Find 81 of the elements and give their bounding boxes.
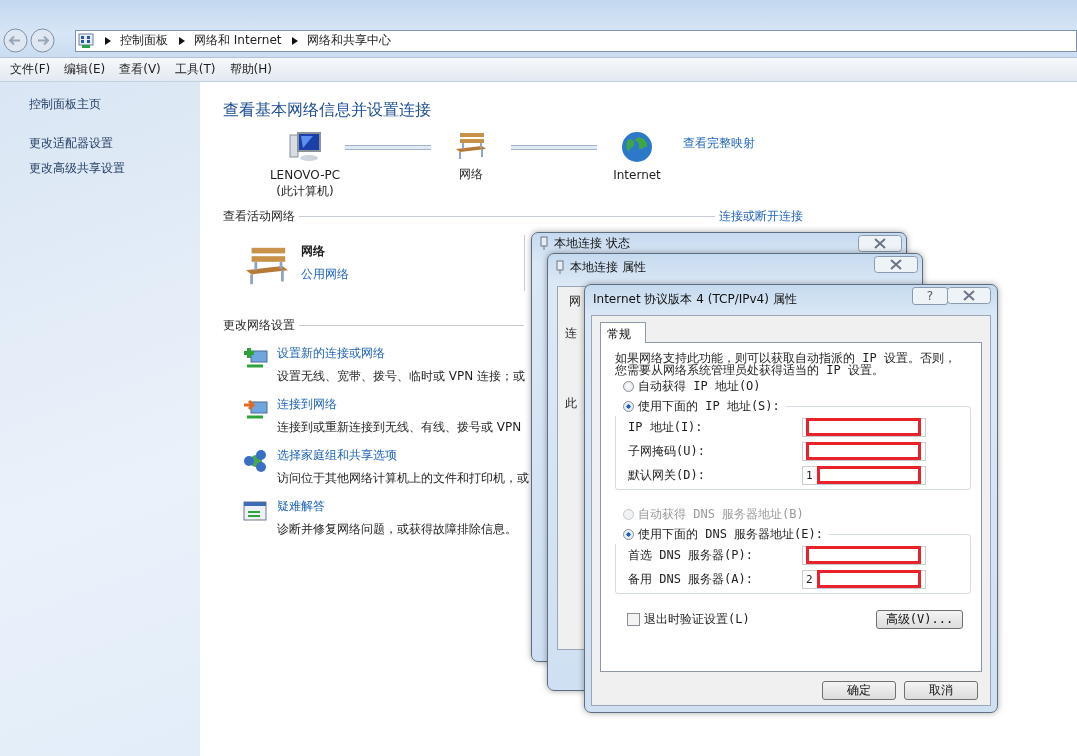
chevron-icon[interactable] [292,36,299,45]
task-link[interactable]: 连接到网络 [277,396,522,413]
task-description: 诊断并修复网络问题，或获得故障排除信息。 [277,521,517,538]
radio-label: 使用下面的 IP 地址(S): [638,397,780,415]
forward-button[interactable] [30,28,55,53]
task-description: 设置无线、宽带、拨号、临时或 VPN 连接；或 [277,368,526,385]
dialog-button[interactable]: 取消 [904,681,978,700]
connection-icon [540,236,548,250]
sidebar-link[interactable]: 控制面板主页 [29,96,200,113]
globe-icon [621,131,653,163]
troubleshoot-icon [243,500,269,524]
intro-text: 您需要从网络系统管理员处获得适当的 IP 设置。 [615,364,884,376]
connect-disconnect-link[interactable]: 连接或断开连接 [719,208,803,225]
breadcrumb[interactable]: 控制面板 [120,32,168,49]
node-label: 网络 [459,166,483,183]
control-panel-icon [78,32,94,49]
task-link[interactable]: 疑难解答 [277,498,517,515]
breadcrumb[interactable]: 网络和 Internet [194,32,282,49]
section-heading: 更改网络设置 [223,317,295,334]
field-label: 默认网关(D): [628,466,705,484]
task-description: 连接到或重新连接到无线、有线、拨号或 VPN [277,419,522,436]
bench-icon [454,131,488,161]
field-label: IP 地址(I): [628,418,703,436]
help-button[interactable]: ? [912,287,948,305]
homegroup-icon [243,449,269,473]
chevron-icon[interactable] [179,36,185,45]
section-heading: 查看活动网络 [223,208,295,225]
close-button[interactable] [947,287,991,304]
input-field[interactable]: 2 [802,569,926,589]
back-button[interactable] [3,28,28,53]
breadcrumb[interactable]: 网络和共享中心 [307,32,392,49]
window-title: 本地连接 属性 [570,258,646,276]
sidebar-link[interactable]: 更改高级共享设置 [29,160,200,177]
input-field[interactable] [802,441,926,461]
chevron-icon[interactable] [105,36,111,45]
network-name: 网络 [301,243,326,260]
radio-label: 使用下面的 DNS 服务器地址(E): [638,525,824,543]
sidebar-link[interactable]: 更改适配器设置 [29,135,200,152]
input-field[interactable]: 1 [802,465,926,485]
task-link[interactable]: 设置新的连接或网络 [277,345,526,362]
network-connect-icon [243,398,269,422]
radio-label: 自动获得 DNS 服务器地址(B) [638,505,804,523]
field-label: 子网掩码(U): [628,442,705,460]
menu-item[interactable]: 编辑(E) [64,61,106,78]
field-label: 首选 DNS 服务器(P): [628,546,754,564]
advanced-button[interactable]: 高级(V)... [876,610,963,629]
menu-item[interactable]: 文件(F) [10,61,51,78]
label-fragment: 网 [569,293,581,310]
close-button[interactable] [874,256,918,273]
node-label: Internet [613,168,661,182]
network-type-link[interactable]: 公用网络 [301,266,524,283]
window-title: 本地连接 状态 [554,234,630,252]
checkbox-label: 退出时验证设置(L) [644,611,750,628]
dialog-button[interactable]: 确定 [822,681,896,700]
input-field[interactable] [802,417,926,437]
task-link[interactable]: 选择家庭组和共享选项 [277,447,529,464]
network-add-icon [243,347,269,371]
menu-item[interactable]: 查看(V) [119,61,161,78]
checkbox[interactable] [627,613,640,626]
task-description: 访问位于其他网络计算机上的文件和打印机，或 [277,470,529,487]
label-fragment: 此 [565,395,577,412]
intro-text: 如果网络支持此功能，则可以获取自动指派的 IP 设置。否则， [615,352,957,364]
radio-button[interactable] [623,528,634,540]
computer-icon [288,131,322,163]
node-sublabel: (此计算机) [276,183,334,200]
radio-button[interactable] [623,380,634,392]
address-bar[interactable]: 控制面板 网络和 Internet 网络和共享中心 [75,29,1077,52]
tab[interactable]: 常规 [600,322,646,343]
radio-button[interactable] [623,400,634,412]
close-button[interactable] [858,235,902,252]
node-label: LENOVO-PC [269,168,341,182]
label-fragment: 连 [565,325,577,342]
input-field[interactable] [802,545,926,565]
full-map-link[interactable]: 查看完整映射 [683,135,755,152]
field-label: 备用 DNS 服务器(A): [628,570,754,588]
menu-item[interactable]: 工具(T) [174,61,216,78]
radio-label: 自动获得 IP 地址(O) [638,377,761,395]
menu-item[interactable]: 帮助(H) [229,61,272,78]
connection-icon [556,260,564,274]
window-title: Internet 协议版本 4 (TCP/IPv4) 属性 [593,290,797,308]
page-title: 查看基本网络信息并设置连接 [223,100,432,121]
